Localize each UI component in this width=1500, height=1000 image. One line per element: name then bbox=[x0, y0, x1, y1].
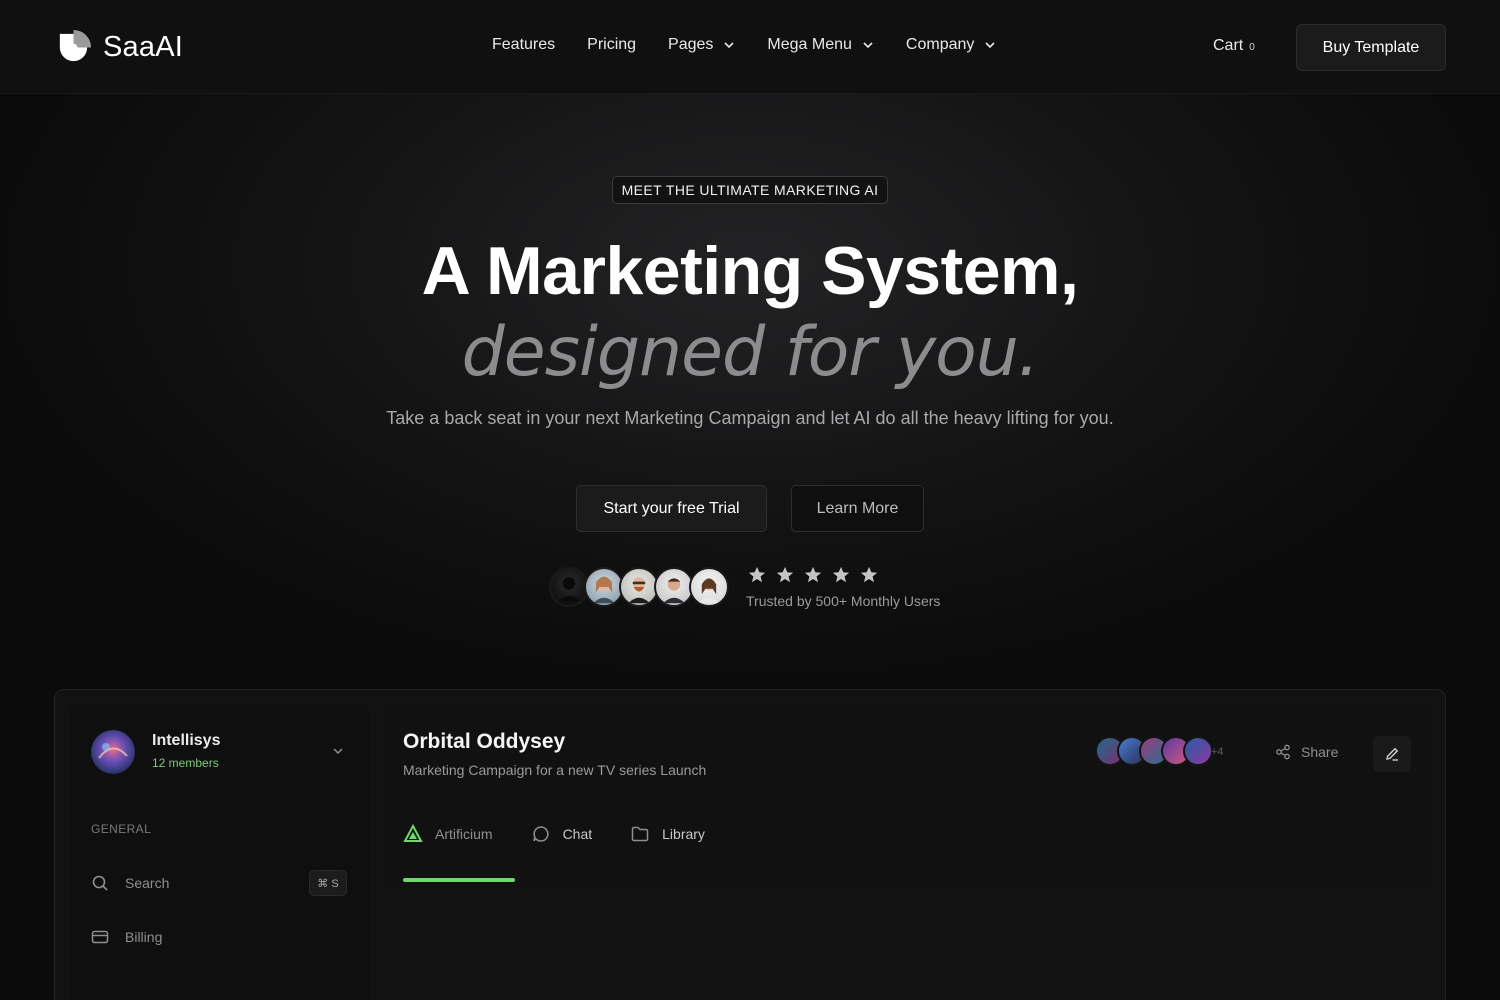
nav-link-pages[interactable]: Pages bbox=[668, 36, 735, 54]
share-label: Share bbox=[1301, 744, 1339, 760]
avatar bbox=[654, 567, 694, 607]
avatar bbox=[584, 567, 624, 607]
workspace-members-count: 12 members bbox=[152, 756, 219, 770]
avatar bbox=[619, 567, 659, 607]
nav-link-features[interactable]: Features bbox=[492, 36, 555, 54]
learn-more-button[interactable]: Learn More bbox=[791, 485, 924, 532]
preview-sidebar: Intellisys 12 members GENERAL Search ⌘ S… bbox=[69, 704, 369, 1000]
triangle-logo-icon bbox=[403, 824, 423, 842]
cart-label: Cart bbox=[1213, 37, 1244, 54]
nav-link-label: Features bbox=[492, 36, 556, 53]
nav-link-pricing[interactable]: Pricing bbox=[587, 36, 636, 54]
tab-artificium[interactable]: Artificium bbox=[403, 824, 493, 844]
sidebar-section-label: GENERAL bbox=[91, 822, 152, 836]
hero-headline-sub: designed for you. bbox=[461, 313, 1040, 392]
credit-card-icon bbox=[91, 930, 109, 944]
logo-mark-icon bbox=[59, 29, 92, 61]
workspace-name: Intellisys bbox=[152, 732, 221, 749]
tab-label: Artificium bbox=[435, 826, 493, 842]
nav-link-mega-menu[interactable]: Mega Menu bbox=[767, 36, 874, 54]
user-avatars-group bbox=[549, 567, 734, 607]
start-free-trial-button[interactable]: Start your free Trial bbox=[576, 485, 767, 532]
chevron-down-icon bbox=[863, 42, 873, 49]
edit-button[interactable] bbox=[1373, 736, 1411, 772]
avatar bbox=[689, 567, 729, 607]
nav-links: Features Pricing Pages Mega Menu Company bbox=[492, 36, 996, 54]
hero-headline: A Marketing System, bbox=[421, 233, 1079, 309]
preview-main-panel: Orbital Oddysey Marketing Campaign for a… bbox=[383, 704, 1433, 884]
workspace-avatar bbox=[91, 730, 135, 774]
hero-badge: MEET THE ULTIMATE MARKETING AI bbox=[612, 176, 888, 204]
sidebar-item-label: Search bbox=[125, 875, 170, 891]
chat-bubble-icon bbox=[532, 826, 549, 842]
pencil-icon bbox=[1386, 747, 1399, 761]
project-title: Orbital Oddysey bbox=[403, 730, 566, 753]
sidebar-item-label: Billing bbox=[125, 929, 163, 945]
rating-stars bbox=[748, 566, 878, 584]
top-navbar: SaaAI Features Pricing Pages Mega Menu C… bbox=[0, 0, 1500, 94]
cart-link[interactable]: Cart 0 bbox=[1213, 37, 1255, 55]
nav-link-label: Pages bbox=[668, 36, 714, 53]
tab-label: Library bbox=[662, 826, 705, 842]
chevron-down-icon bbox=[985, 42, 995, 49]
active-tab-indicator bbox=[403, 878, 515, 882]
star-icon bbox=[860, 566, 878, 583]
avatar bbox=[549, 567, 589, 607]
sidebar-item-search[interactable]: Search bbox=[91, 874, 169, 892]
brand-name: SaaAI bbox=[103, 30, 183, 63]
nav-link-label: Company bbox=[905, 36, 975, 53]
avatar bbox=[1183, 736, 1213, 766]
nav-link-company[interactable]: Company bbox=[906, 36, 996, 54]
cart-count: 0 bbox=[1249, 42, 1255, 53]
star-icon bbox=[748, 566, 766, 583]
nav-link-label: Mega Menu bbox=[767, 36, 852, 53]
app-preview-window: Intellisys 12 members GENERAL Search ⌘ S… bbox=[54, 689, 1446, 1000]
hero-lead-text: Take a back seat in your next Marketing … bbox=[386, 408, 1114, 428]
tab-chat[interactable]: Chat bbox=[531, 824, 593, 844]
tab-library[interactable]: Library bbox=[630, 824, 705, 844]
star-icon bbox=[832, 566, 850, 583]
search-shortcut-badge: ⌘ S bbox=[309, 870, 347, 896]
chevron-down-icon bbox=[724, 42, 734, 49]
share-button[interactable]: Share bbox=[1275, 744, 1338, 760]
star-icon bbox=[804, 566, 822, 583]
share-icon bbox=[1276, 744, 1290, 760]
buy-template-button[interactable]: Buy Template bbox=[1296, 24, 1446, 71]
project-tabs: Artificium Chat Library bbox=[403, 824, 705, 844]
brand-logo[interactable]: SaaAI bbox=[54, 28, 183, 66]
project-description: Marketing Campaign for a new TV series L… bbox=[403, 762, 707, 778]
trusted-by-text: Trusted by 500+ Monthly Users bbox=[746, 593, 941, 609]
chevron-down-icon[interactable] bbox=[331, 744, 345, 758]
members-overflow-count: +4 bbox=[1211, 746, 1224, 758]
star-icon bbox=[776, 566, 794, 583]
sidebar-item-billing[interactable]: Billing bbox=[91, 928, 162, 946]
folder-icon bbox=[631, 826, 649, 842]
tab-label: Chat bbox=[562, 826, 593, 842]
nav-link-label: Pricing bbox=[587, 36, 637, 53]
search-icon bbox=[92, 875, 108, 891]
